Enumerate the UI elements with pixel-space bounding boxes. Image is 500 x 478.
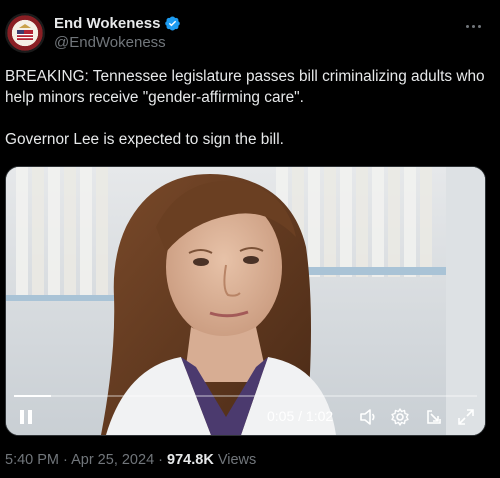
tweet-date[interactable]: Apr 25, 2024 bbox=[71, 452, 154, 468]
author-display-name[interactable]: End Wokeness bbox=[54, 14, 160, 33]
video-controls: 0:05 / 1:02 bbox=[6, 393, 485, 435]
author-handle[interactable]: @EndWokeness bbox=[54, 33, 181, 53]
video-player[interactable]: 0:05 / 1:02 bbox=[5, 166, 486, 436]
tweet-meta: 5:40 PM · Apr 25, 2024 · 974.8K Views bbox=[5, 452, 256, 468]
fullscreen-icon[interactable] bbox=[456, 407, 476, 427]
more-dot bbox=[471, 24, 475, 28]
verified-badge-icon bbox=[165, 16, 181, 31]
more-dot bbox=[477, 24, 481, 28]
volume-icon[interactable] bbox=[358, 407, 378, 427]
author-name-row[interactable]: End Wokeness bbox=[54, 14, 181, 33]
tweet-text: BREAKING: Tennessee legislature passes b… bbox=[5, 68, 485, 148]
pause-icon[interactable] bbox=[16, 407, 36, 427]
progress-fill bbox=[14, 395, 52, 397]
meta-separator: · bbox=[158, 452, 168, 468]
views-label: Views bbox=[217, 452, 257, 468]
settings-icon[interactable] bbox=[390, 407, 410, 427]
progress-bar[interactable] bbox=[14, 395, 477, 397]
tweet-time[interactable]: 5:40 PM bbox=[5, 452, 59, 468]
meta-separator: · bbox=[63, 452, 72, 468]
more-dot bbox=[465, 24, 469, 28]
seal-icon bbox=[17, 24, 33, 40]
popout-icon[interactable] bbox=[424, 407, 444, 427]
video-time: 0:05 / 1:02 bbox=[267, 408, 334, 424]
views-count: 974.8K bbox=[167, 452, 214, 468]
tweet-header: End Wokeness @EndWokeness bbox=[5, 9, 495, 57]
author-avatar[interactable] bbox=[5, 13, 45, 53]
more-options-button[interactable] bbox=[463, 16, 483, 36]
